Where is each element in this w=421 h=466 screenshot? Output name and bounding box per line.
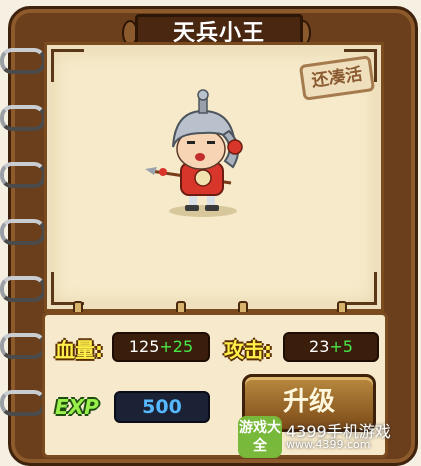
hp-base: 125 xyxy=(128,337,160,356)
hp-value-box: 125+25 xyxy=(112,332,210,362)
binder-ring xyxy=(0,105,46,131)
attack-base: 23 xyxy=(309,337,330,356)
exp-label: EXP xyxy=(55,395,99,419)
watermark-url: www.4399.com xyxy=(286,438,371,451)
binder-ring xyxy=(0,276,46,302)
attack-value-box: 23+5 xyxy=(283,332,379,362)
binder-ring xyxy=(0,162,46,188)
attack-label: 攻击: xyxy=(224,338,272,362)
hp-bonus: +25 xyxy=(159,337,194,356)
attack-bonus: +5 xyxy=(329,337,353,356)
binder-ring xyxy=(0,48,46,74)
binder-ring xyxy=(0,219,46,245)
watermark-logo: 游戏大全 xyxy=(238,416,282,458)
binder-ring xyxy=(0,390,46,416)
hp-label: 血量: xyxy=(55,338,103,362)
watermark: 游戏大全 4399手机游戏 www.4399.com xyxy=(238,416,406,458)
exp-value: 500 xyxy=(114,391,210,423)
binder-ring xyxy=(0,333,46,359)
